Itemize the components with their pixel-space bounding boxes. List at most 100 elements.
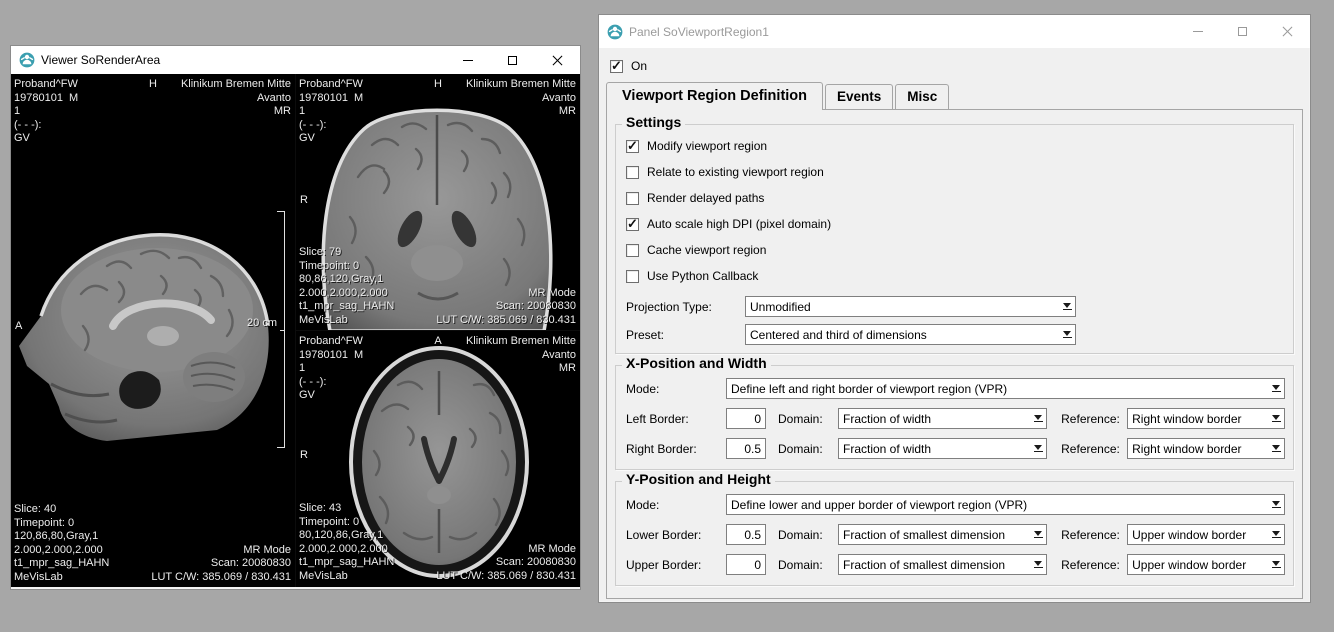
left-border-label: Left Border:: [626, 412, 726, 426]
orientation-marker-top: H: [149, 78, 157, 92]
checkbox-row-auto-scale-high-dpi[interactable]: Auto scale high DPI (pixel domain): [626, 211, 1285, 237]
chevron-down-icon[interactable]: [1030, 555, 1046, 574]
close-button[interactable]: [535, 46, 580, 74]
chevron-down-icon[interactable]: [1268, 525, 1284, 544]
combo-value: Fraction of smallest dimension: [839, 528, 1030, 542]
chevron-down-icon[interactable]: [1268, 409, 1284, 428]
tab-viewport-region-definition[interactable]: Viewport Region Definition: [606, 82, 823, 110]
y-position-group: Y-Position and Height Mode: Define lower…: [615, 481, 1294, 586]
upper-border-reference-select[interactable]: Upper window border: [1127, 554, 1285, 575]
chevron-down-icon[interactable]: [1059, 325, 1075, 344]
right-border-input[interactable]: [726, 438, 766, 459]
panel-titlebar[interactable]: Panel SoViewportRegion1: [599, 15, 1310, 48]
combo-value: Unmodified: [746, 300, 1059, 314]
checkbox-label: Use Python Callback: [647, 269, 758, 283]
checkbox-row-render-delayed-paths[interactable]: Render delayed paths: [626, 185, 1285, 211]
tab-misc[interactable]: Misc: [895, 84, 949, 109]
reference-label: Reference:: [1061, 412, 1127, 426]
patient-info-block: Proband^FW19780101 M1(- - -):GV: [14, 78, 78, 146]
combo-value: Define left and right border of viewport…: [727, 382, 1268, 396]
right-viewport-column: Proband^FW19780101 M1(- - -):GV H Klinik…: [296, 74, 580, 587]
lower-border-row: Lower Border: Domain: Fraction of smalle…: [626, 524, 1285, 545]
relate-to-existing-checkbox[interactable]: [626, 166, 639, 179]
use-python-callback-checkbox[interactable]: [626, 270, 639, 283]
on-checkbox[interactable]: [610, 60, 623, 73]
site-info-block: Klinikum Bremen MitteAvantoMR: [466, 335, 576, 376]
tab-bar: Viewport Region Definition Events Misc: [599, 79, 1310, 109]
chevron-down-icon[interactable]: [1268, 555, 1284, 574]
reference-label: Reference:: [1061, 558, 1127, 572]
checkbox-row-cache-viewport-region[interactable]: Cache viewport region: [626, 237, 1285, 263]
minimize-button[interactable]: [1175, 15, 1220, 48]
preset-select[interactable]: Centered and third of dimensions: [745, 324, 1076, 345]
right-border-reference-select[interactable]: Right window border: [1127, 438, 1285, 459]
maximize-button[interactable]: [1220, 15, 1265, 48]
x-mode-select[interactable]: Define left and right border of viewport…: [726, 378, 1285, 399]
scale-ruler: [284, 211, 285, 448]
x-position-group-title: X-Position and Width: [622, 355, 771, 371]
on-checkbox-row[interactable]: On: [610, 57, 1310, 75]
reference-label: Reference:: [1061, 442, 1127, 456]
maximize-button[interactable]: [490, 46, 535, 74]
viewer-titlebar[interactable]: Viewer SoRenderArea: [11, 46, 580, 74]
checkbox-row-relate-to-existing[interactable]: Relate to existing viewport region: [626, 159, 1285, 185]
cache-viewport-region-checkbox[interactable]: [626, 244, 639, 257]
chevron-down-icon[interactable]: [1268, 495, 1284, 514]
left-border-input[interactable]: [726, 408, 766, 429]
left-border-reference-select[interactable]: Right window border: [1127, 408, 1285, 429]
scale-label: 20 cm: [247, 317, 277, 329]
site-info-block: Klinikum Bremen MitteAvantoMR: [466, 78, 576, 119]
upper-border-domain-select[interactable]: Fraction of smallest dimension: [838, 554, 1047, 575]
chevron-down-icon[interactable]: [1268, 379, 1284, 398]
combo-value: Right window border: [1128, 442, 1268, 456]
y-mode-select[interactable]: Define lower and upper border of viewpor…: [726, 494, 1285, 515]
lower-border-domain-select[interactable]: Fraction of smallest dimension: [838, 524, 1047, 545]
mode-info-block: MR ModeScan: 20080830LUT C/W: 385.069 / …: [151, 544, 291, 585]
lower-border-input[interactable]: [726, 524, 766, 545]
chevron-down-icon[interactable]: [1030, 409, 1046, 428]
viewport-coronal[interactable]: Proband^FW19780101 M1(- - -):GV H Klinik…: [296, 74, 580, 331]
chevron-down-icon[interactable]: [1059, 297, 1075, 316]
lower-border-reference-select[interactable]: Upper window border: [1127, 524, 1285, 545]
orientation-marker-top: A: [434, 335, 441, 349]
panel-body: On Viewport Region Definition Events Mis…: [599, 57, 1310, 599]
combo-value: Fraction of width: [839, 442, 1030, 456]
viewport-sagittal[interactable]: Proband^FW19780101 M1(- - -):GV H Klinik…: [11, 74, 296, 587]
checkbox-label: Cache viewport region: [647, 243, 766, 257]
settings-group: Settings Modify viewport region Relate t…: [615, 124, 1294, 354]
render-delayed-paths-checkbox[interactable]: [626, 192, 639, 205]
panel-window-title: Panel SoViewportRegion1: [629, 25, 769, 39]
viewport-axial[interactable]: Proband^FW19780101 M1(- - -):GV A Klinik…: [296, 331, 580, 586]
domain-label: Domain:: [778, 412, 838, 426]
projection-type-label: Projection Type:: [626, 300, 745, 314]
modify-viewport-region-checkbox[interactable]: [626, 140, 639, 153]
x-position-group: X-Position and Width Mode: Define left a…: [615, 365, 1294, 470]
slice-info-block: Slice: 79Timepoint: 080,86,120,Gray,12.0…: [299, 246, 394, 327]
auto-scale-high-dpi-checkbox[interactable]: [626, 218, 639, 231]
patient-info-block: Proband^FW19780101 M1(- - -):GV: [299, 335, 363, 403]
slice-info-block: Slice: 43Timepoint: 080,120,86,Gray,12.0…: [299, 502, 394, 583]
minimize-button[interactable]: [445, 46, 490, 74]
right-border-domain-select[interactable]: Fraction of width: [838, 438, 1047, 459]
orientation-marker-left: A: [15, 320, 22, 334]
close-icon: [1282, 26, 1293, 37]
ruler-tick: [280, 330, 285, 331]
projection-type-select[interactable]: Unmodified: [745, 296, 1076, 317]
upper-border-input[interactable]: [726, 554, 766, 575]
right-border-row: Right Border: Domain: Fraction of width …: [626, 438, 1285, 459]
chevron-down-icon[interactable]: [1030, 525, 1046, 544]
y-position-group-title: Y-Position and Height: [622, 471, 775, 487]
checkbox-row-modify-viewport-region[interactable]: Modify viewport region: [626, 133, 1285, 159]
right-border-label: Right Border:: [626, 442, 726, 456]
close-button[interactable]: [1265, 15, 1310, 48]
tab-events[interactable]: Events: [825, 84, 893, 109]
chevron-down-icon[interactable]: [1268, 439, 1284, 458]
domain-label: Domain:: [778, 442, 838, 456]
combo-value: Centered and third of dimensions: [746, 328, 1059, 342]
checkbox-row-use-python-callback[interactable]: Use Python Callback: [626, 263, 1285, 289]
left-border-domain-select[interactable]: Fraction of width: [838, 408, 1047, 429]
orientation-marker-left: R: [300, 194, 308, 208]
minimize-icon: [1193, 31, 1203, 32]
chevron-down-icon[interactable]: [1030, 439, 1046, 458]
preset-label: Preset:: [626, 328, 745, 342]
